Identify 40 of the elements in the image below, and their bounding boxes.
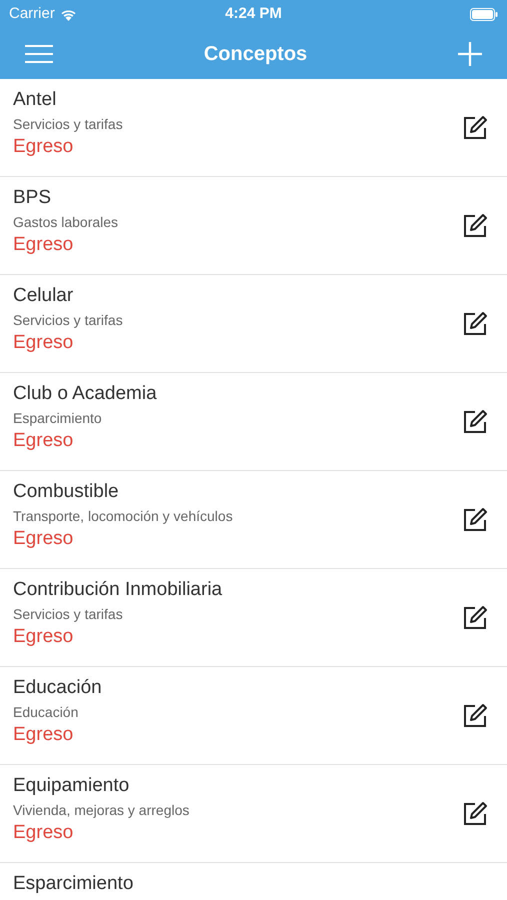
concept-title: Contribución Inmobiliaria	[13, 578, 224, 602]
add-icon[interactable]	[458, 42, 482, 66]
concept-type: Egreso	[13, 723, 74, 747]
concept-type: Egreso	[13, 135, 74, 159]
concept-title: Antel	[13, 88, 58, 112]
concept-title: Club o Academia	[13, 382, 158, 406]
battery-icon	[470, 8, 498, 20]
edit-icon[interactable]	[462, 408, 488, 434]
edit-icon[interactable]	[462, 702, 488, 728]
concept-type: Egreso	[13, 429, 74, 453]
concept-title: Esparcimiento	[13, 872, 134, 896]
concept-category: Transporte, locomoción y vehículos	[13, 507, 234, 525]
concept-category: Servicios y tarifas	[13, 605, 124, 623]
edit-icon[interactable]	[462, 114, 488, 140]
concept-type: Egreso	[13, 331, 74, 355]
concept-category: Gastos laborales	[13, 213, 120, 231]
concept-title: BPS	[13, 186, 52, 210]
carrier-label: Carrier	[9, 4, 55, 24]
concept-category: Servicios y tarifas	[13, 115, 124, 133]
concept-type: Egreso	[13, 527, 74, 551]
concept-title: Celular	[13, 284, 74, 308]
edit-icon[interactable]	[462, 506, 488, 532]
edit-icon[interactable]	[462, 212, 488, 238]
concept-category: Esparcimiento	[13, 409, 103, 427]
wifi-icon	[60, 8, 77, 20]
edit-icon[interactable]	[462, 310, 488, 336]
concept-title: Equipamiento	[13, 774, 130, 798]
concept-title: Combustible	[13, 480, 120, 504]
concept-category: Servicios y tarifas	[13, 311, 124, 329]
concept-category: Vivienda, mejoras y arreglos	[13, 801, 190, 819]
status-time: 4:24 PM	[225, 4, 282, 24]
edit-icon[interactable]	[462, 604, 488, 630]
concept-category: Educación	[13, 703, 80, 721]
concept-type: Egreso	[13, 821, 74, 845]
concept-title: Educación	[13, 676, 103, 700]
concept-type: Egreso	[13, 233, 74, 257]
menu-icon[interactable]	[25, 44, 53, 62]
page-title: Conceptos	[204, 42, 308, 66]
edit-icon[interactable]	[462, 800, 488, 826]
concept-type: Egreso	[13, 625, 74, 649]
